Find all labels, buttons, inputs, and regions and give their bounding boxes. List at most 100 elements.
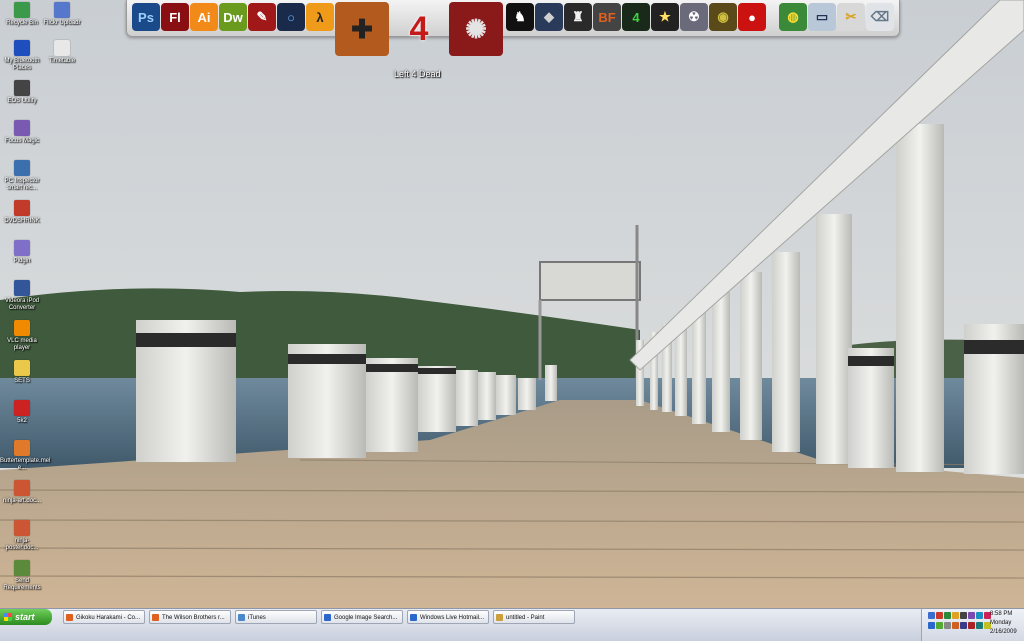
photoshop-icon[interactable]: Ps <box>132 3 160 31</box>
desktop-shortcut-label: Focus Magic <box>4 138 39 144</box>
taskbar-task-label: untitled - Paint <box>506 615 545 621</box>
mask-game-icon[interactable]: ◆ <box>535 3 563 31</box>
desktop-shortcut[interactable]: Flickr Uploadr <box>40 2 84 27</box>
word-doc-icon <box>14 480 30 496</box>
desktop-shortcut-label: VLC media player <box>7 338 37 351</box>
desktop-shortcut-label: Buttertemplate.mel e... <box>0 458 51 471</box>
desktop-shortcut[interactable]: DVDSHRINK <box>0 200 44 225</box>
trash-icon[interactable]: ⌫ <box>866 3 894 31</box>
tray-app-icon[interactable] <box>960 622 967 629</box>
clock-time[interactable]: 8:58 PM <box>990 611 1012 617</box>
battlefield-icon[interactable]: BF <box>593 3 621 31</box>
desktop-shortcut[interactable]: My Bluetooth Places <box>0 40 44 72</box>
desktop-shortcut-label: DVDSHRINK <box>4 218 40 224</box>
desktop-shortcut[interactable]: Send Requirements <box>0 560 44 592</box>
desktop-shortcut-label: Send Requirements <box>3 578 41 591</box>
tray-app-icon[interactable] <box>944 612 951 619</box>
recycle-bin-icon <box>14 2 30 18</box>
windows-logo-icon <box>4 613 12 621</box>
taskbar-task-label: Google Image Search... <box>334 615 398 621</box>
tray-app-icon[interactable] <box>960 612 967 619</box>
desktop-shortcut[interactable]: ninja-poster.doc... <box>0 520 44 552</box>
desktop-shortcut[interactable]: Timetable <box>40 40 84 65</box>
desktop-shortcut[interactable]: ninja-art.doc... <box>0 480 44 505</box>
desktop-shortcut[interactable]: Buttertemplate.mel e... <box>0 440 51 472</box>
tray-app-icon[interactable] <box>968 622 975 629</box>
document-icon <box>54 40 70 56</box>
taskbar: start Gikoku Harakami - Co... The Wilson … <box>0 608 1024 641</box>
spiral-game-icon[interactable]: ✺ <box>449 2 503 56</box>
desktop-shortcut[interactable]: SETS <box>0 360 44 385</box>
flash-icon[interactable]: Fl <box>161 3 189 31</box>
desktop-shortcut[interactable]: PC Inspector smart rec... <box>0 160 44 192</box>
desktop-shortcut[interactable]: Recycle Bin <box>0 2 44 27</box>
left-4-dead-icon[interactable]: 4 <box>392 2 446 56</box>
ie-icon <box>324 614 331 621</box>
desktop-shortcut-label: Videora iPod Converter <box>4 298 40 311</box>
focus-magic-icon <box>14 120 30 136</box>
desktop-shortcut[interactable]: EOS Utility <box>0 80 44 105</box>
tray-app-icon[interactable] <box>952 622 959 629</box>
bluetooth-icon <box>14 40 30 56</box>
taskbar-task-button[interactable]: iTunes <box>235 610 317 624</box>
taskbar-task-button[interactable]: Google Image Search... <box>321 610 403 624</box>
desktop-shortcut-label: Pidgin <box>13 258 31 264</box>
acrobat-icon[interactable]: ✎ <box>248 3 276 31</box>
taskbar-task-label: The Wilson Brothers r... <box>162 615 225 621</box>
pdf-icon <box>14 400 30 416</box>
desktop-shortcut-label: 5k2 <box>17 418 27 424</box>
dreamweaver-icon[interactable]: Dw <box>219 3 247 31</box>
desktop-shortcut[interactable]: VLC media player <box>0 320 44 352</box>
dvd-shrink-icon <box>14 200 30 216</box>
assassin-icon[interactable]: ♞ <box>506 3 534 31</box>
taskbar-task-button[interactable]: Gikoku Harakami - Co... <box>63 610 145 624</box>
system-tray: 8:58 PM Monday 2/16/2009 <box>921 609 1024 641</box>
tray-app-icon[interactable] <box>976 612 983 619</box>
paint-icon <box>496 614 503 621</box>
taskbar-task-button[interactable]: Windows Live Hotmail... <box>407 610 489 624</box>
pc-inspector-icon <box>14 160 30 176</box>
taskbar-task-button[interactable]: The Wilson Brothers r... <box>149 610 231 624</box>
flickr-icon <box>54 2 70 18</box>
shield-game-icon[interactable]: ♜ <box>564 3 592 31</box>
illustrator-icon[interactable]: Ai <box>190 3 218 31</box>
folder-icon <box>14 360 30 376</box>
desktop-shortcut-label: Timetable <box>48 58 76 64</box>
taskbar-task-button[interactable]: untitled - Paint <box>493 610 575 624</box>
robot-game-icon[interactable]: ☢ <box>680 3 708 31</box>
tray-app-icon[interactable] <box>944 622 951 629</box>
starcraft-2-icon[interactable]: ★ <box>651 3 679 31</box>
dock-hover-label: Left 4 Dead <box>394 69 441 79</box>
tray-app-icon[interactable] <box>976 622 983 629</box>
tray-app-icon[interactable] <box>936 622 943 629</box>
clock-day: Monday <box>990 620 1012 626</box>
start-button[interactable]: start <box>0 609 52 625</box>
vlc-icon <box>14 320 30 336</box>
taskbar-task-label: iTunes <box>248 615 266 621</box>
firefox-icon <box>66 614 73 621</box>
desktop-shortcut[interactable]: Focus Magic <box>0 120 44 145</box>
desktop-shortcut[interactable]: 5k2 <box>0 400 44 425</box>
videora-icon <box>14 280 30 296</box>
desktop-shortcut[interactable]: Pidgin <box>0 240 44 265</box>
tray-app-icon[interactable] <box>936 612 943 619</box>
portal-icon[interactable]: ○ <box>277 3 305 31</box>
desktop-shortcut-label: Flickr Uploadr <box>43 20 81 26</box>
tray-app-icon[interactable] <box>928 612 935 619</box>
tray-app-icon[interactable] <box>968 612 975 619</box>
tools-icon[interactable]: ✂ <box>837 3 865 31</box>
application-dock: Ps Fl Ai Dw ✎ ○ λ ✚ 4 ✺ ♞ ◆ ♜ BF 4 ★ ☢ ◉ ● ◍ ▭ ✂ ⌫ <box>126 0 900 56</box>
fire-game-icon[interactable]: ● <box>738 3 766 31</box>
pidgin-icon <box>14 240 30 256</box>
call-of-duty-4-icon[interactable]: 4 <box>622 3 650 31</box>
tray-app-icon[interactable] <box>928 622 935 629</box>
my-computer-icon[interactable]: ▭ <box>808 3 836 31</box>
globe-icon[interactable]: ◍ <box>779 3 807 31</box>
tray-app-icon[interactable] <box>952 612 959 619</box>
team-fortress-2-icon[interactable]: ✚ <box>335 2 389 56</box>
camera-icon <box>14 80 30 96</box>
eye-game-icon[interactable]: ◉ <box>709 3 737 31</box>
half-life-2-icon[interactable]: λ <box>306 3 334 31</box>
clock-date: 2/16/2009 <box>990 629 1017 635</box>
desktop-shortcut[interactable]: Videora iPod Converter <box>0 280 44 312</box>
